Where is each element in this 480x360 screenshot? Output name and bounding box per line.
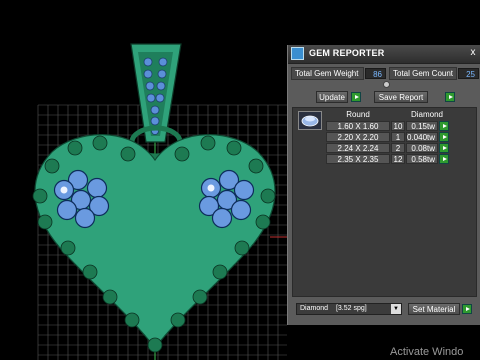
panel-title: GEM REPORTER (309, 48, 385, 58)
activate-windows-watermark: Activate Windo (390, 346, 464, 358)
table-row[interactable]: 2.35 X 2.35 12 0.58tw (293, 154, 478, 164)
gem-count-cell: 1 (391, 132, 405, 142)
column-header-diamond: Diamond (410, 110, 443, 119)
expand-indicator-icon[interactable] (383, 81, 390, 88)
save-report-go-icon[interactable] (445, 92, 455, 102)
total-gem-count-value: 25 (458, 68, 479, 79)
gem-weight-cell: 0.58tw (406, 154, 438, 164)
material-spg: [3.52 spg] (335, 305, 367, 312)
row-select-icon[interactable] (439, 132, 449, 142)
gem-size-cell: 2.20 X 2.20 (326, 132, 390, 142)
gem-size-cell: 2.24 X 2.24 (326, 143, 390, 153)
gem-count-cell: 2 (391, 143, 405, 153)
gem-size-cell: 2.35 X 2.35 (326, 154, 390, 164)
column-header-round: Round (346, 110, 370, 119)
gem-count-cell: 12 (391, 154, 405, 164)
material-value: Diamond (300, 305, 329, 312)
gem-size-cell: 1.60 X 1.60 (326, 121, 390, 131)
gem-weight-cell: 0.040tw (406, 132, 438, 142)
material-select[interactable]: Diamond [3.52 spg] ▼ (296, 303, 402, 315)
save-report-button[interactable]: Save Report (374, 91, 428, 103)
gem-weight-cell: 0.08tw (406, 143, 438, 153)
update-button[interactable]: Update (316, 91, 348, 103)
total-gem-count-label: Total Gem Count (389, 67, 457, 80)
gem-reporter-panel: GEM REPORTER x Total Gem Weight 86 Total… (287, 45, 480, 325)
gem-count-cell: 10 (391, 121, 405, 131)
table-row[interactable]: 2.20 X 2.20 1 0.040tw (293, 132, 478, 142)
gem-weight-cell: 0.15tw (406, 121, 438, 131)
set-material-go-icon[interactable] (462, 304, 472, 314)
table-row[interactable]: 2.24 X 2.24 2 0.08tw (293, 143, 478, 153)
table-row[interactable]: 1.60 X 1.60 10 0.15tw (293, 121, 478, 131)
row-select-icon[interactable] (439, 143, 449, 153)
row-select-icon[interactable] (439, 154, 449, 164)
set-material-button[interactable]: Set Material (408, 303, 460, 315)
chevron-down-icon[interactable]: ▼ (391, 304, 401, 314)
panel-titlebar[interactable]: GEM REPORTER x (288, 45, 480, 64)
gem-reporter-app-icon (291, 47, 304, 60)
update-go-icon[interactable] (351, 92, 361, 102)
total-gem-weight-label: Total Gem Weight (291, 67, 364, 80)
row-select-icon[interactable] (439, 121, 449, 131)
total-gem-weight-value: 86 (365, 68, 386, 79)
close-icon[interactable]: x (467, 46, 479, 60)
gem-table: Round Diamond 1.60 X 1.60 10 0.15tw 2.20… (292, 107, 477, 297)
